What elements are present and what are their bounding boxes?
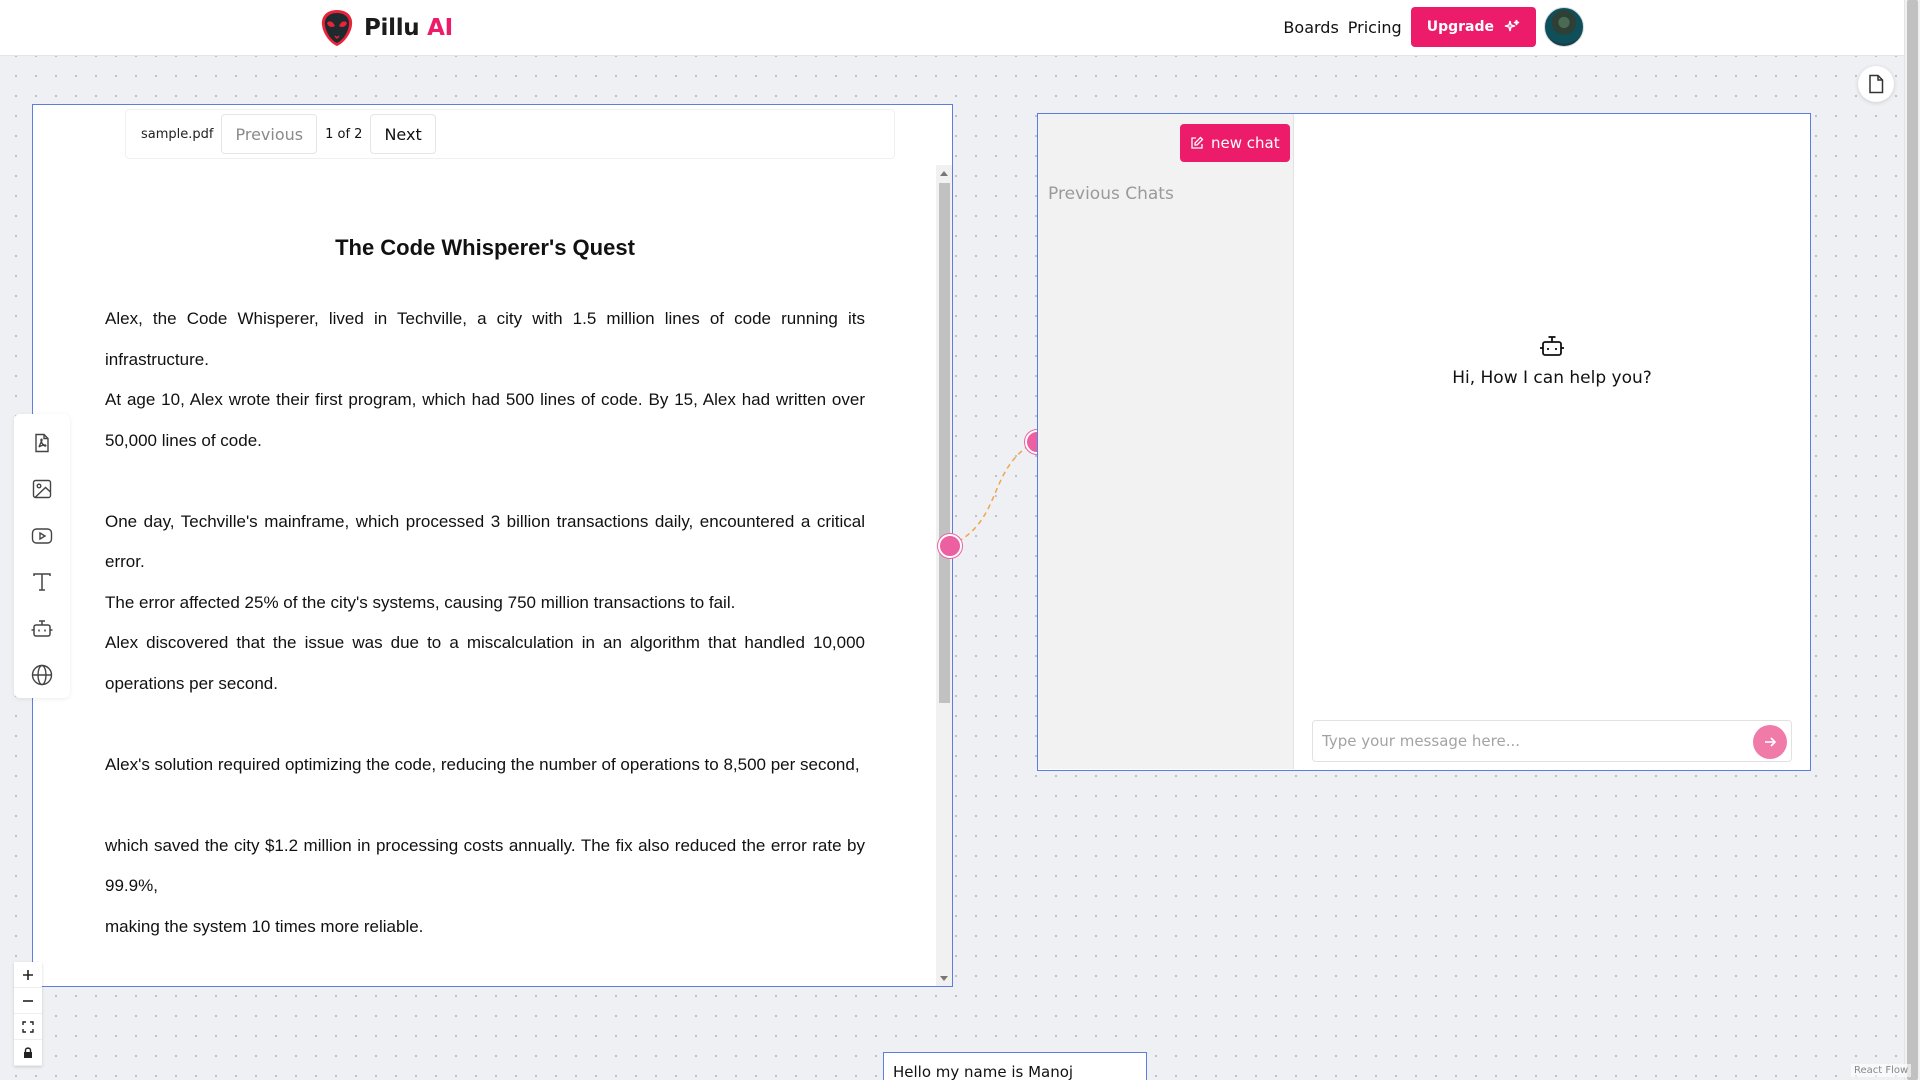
page-scrollbar[interactable] [1904, 0, 1920, 1080]
page-scrollbar-thumb[interactable] [1907, 0, 1918, 1080]
chat-message-input[interactable] [1313, 721, 1733, 761]
pdf-source-handle[interactable] [938, 534, 962, 558]
new-chat-label: new chat [1211, 134, 1280, 152]
pdf-scrollbar[interactable] [936, 165, 952, 986]
user-avatar[interactable] [1544, 7, 1584, 47]
node-toolbar [14, 414, 70, 698]
previous-page-button[interactable]: Previous [221, 114, 318, 154]
zoom-out-icon [23, 999, 33, 1002]
scroll-down-arrow-icon[interactable] [940, 976, 948, 981]
send-button[interactable] [1753, 725, 1787, 759]
pdf-scrollbar-thumb[interactable] [939, 183, 950, 703]
pdf-document-title: The Code Whisperer's Quest [335, 235, 635, 260]
chat-input-box [1312, 720, 1792, 762]
alien-logo-icon [321, 10, 353, 46]
pdf-paragraph: One day, Techville's mainframe, which pr… [105, 511, 865, 572]
globe-icon [31, 664, 53, 685]
top-nav: Boards Pricing Upgrade [1283, 7, 1584, 47]
upgrade-label: Upgrade [1426, 19, 1494, 35]
pdf-paragraph: Alex discovered that the issue was due t… [105, 633, 865, 693]
add-image-button[interactable] [22, 466, 62, 512]
previous-chats-heading: Previous Chats [1048, 184, 1174, 204]
chat-greeting: Hi, How I can help you? [1452, 368, 1652, 388]
add-chatbot-button[interactable] [22, 605, 62, 651]
document-button[interactable] [1858, 66, 1894, 102]
pdf-paragraph: The error affected 25% of the city's sys… [105, 592, 736, 612]
scroll-up-arrow-icon[interactable] [940, 171, 948, 176]
edit-icon [1191, 136, 1204, 149]
pdf-viewer-node[interactable]: sample.pdf Previous 1 of 2 Next The Code… [32, 104, 953, 987]
bot-icon [1540, 336, 1564, 356]
add-text-button[interactable] [22, 559, 62, 605]
page-indicator: 1 of 2 [325, 126, 363, 142]
pdf-paragraph: Alex, the Code Whisperer, lived in Techv… [105, 309, 865, 369]
text-icon [33, 573, 51, 591]
pdf-pagination-bar: sample.pdf Previous 1 of 2 Next [125, 109, 895, 159]
arrow-right-icon [1765, 737, 1777, 747]
add-video-button[interactable] [22, 513, 62, 559]
pdf-paragraph: Alex's solution required optimizing the … [105, 754, 860, 774]
pdf-paragraph: making the system 10 times more reliable… [105, 916, 424, 936]
pdf-page-content: The Code Whisperer's Quest Alex, the Cod… [105, 235, 865, 947]
new-chat-button[interactable]: new chat [1180, 124, 1290, 162]
pdf-paragraph: which saved the city $1.2 million in pro… [105, 835, 865, 896]
lock-button[interactable] [14, 1040, 42, 1066]
add-pdf-button[interactable] [22, 420, 62, 466]
brand-name: Pillu AI [364, 15, 453, 41]
nav-boards-link[interactable]: Boards [1283, 18, 1338, 37]
image-icon [32, 480, 52, 499]
add-website-button[interactable] [22, 652, 62, 698]
pdf-icon [35, 433, 49, 453]
nav-pricing-link[interactable]: Pricing [1348, 18, 1402, 37]
file-icon [1869, 74, 1884, 94]
brand-logo[interactable]: Pillu AI [318, 8, 453, 48]
video-icon [31, 528, 53, 544]
pdf-blank-line [105, 704, 865, 745]
zoom-in-icon [23, 969, 33, 980]
lock-icon [24, 1046, 32, 1058]
zoom-out-button[interactable] [14, 988, 42, 1014]
pdf-paragraph: At age 10, Alex wrote their first progra… [105, 390, 865, 450]
fit-view-button[interactable] [14, 1014, 42, 1040]
zoom-controls [14, 962, 42, 1066]
chat-history-sidebar: new chat Previous Chats [1038, 114, 1294, 769]
bot-icon [31, 620, 53, 638]
sparkles-icon [1504, 19, 1520, 32]
chat-empty-state: Hi, How I can help you? [1294, 334, 1810, 388]
next-page-button[interactable]: Next [370, 114, 436, 154]
pdf-blank-line [105, 785, 865, 826]
react-flow-attribution[interactable]: React Flow [1851, 1064, 1912, 1077]
fit-view-icon [22, 1020, 34, 1033]
pdf-filename: sample.pdf [141, 126, 214, 142]
pdf-blank-line [105, 461, 865, 502]
chat-node[interactable]: new chat Previous Chats Hi, How I can he… [1037, 113, 1811, 771]
upgrade-button[interactable]: Upgrade [1410, 7, 1536, 47]
top-header: Pillu AI Boards Pricing Upgrade [0, 0, 1904, 56]
text-note-node[interactable]: Hello my name is Manoj [883, 1052, 1147, 1080]
zoom-in-button[interactable] [14, 962, 42, 988]
